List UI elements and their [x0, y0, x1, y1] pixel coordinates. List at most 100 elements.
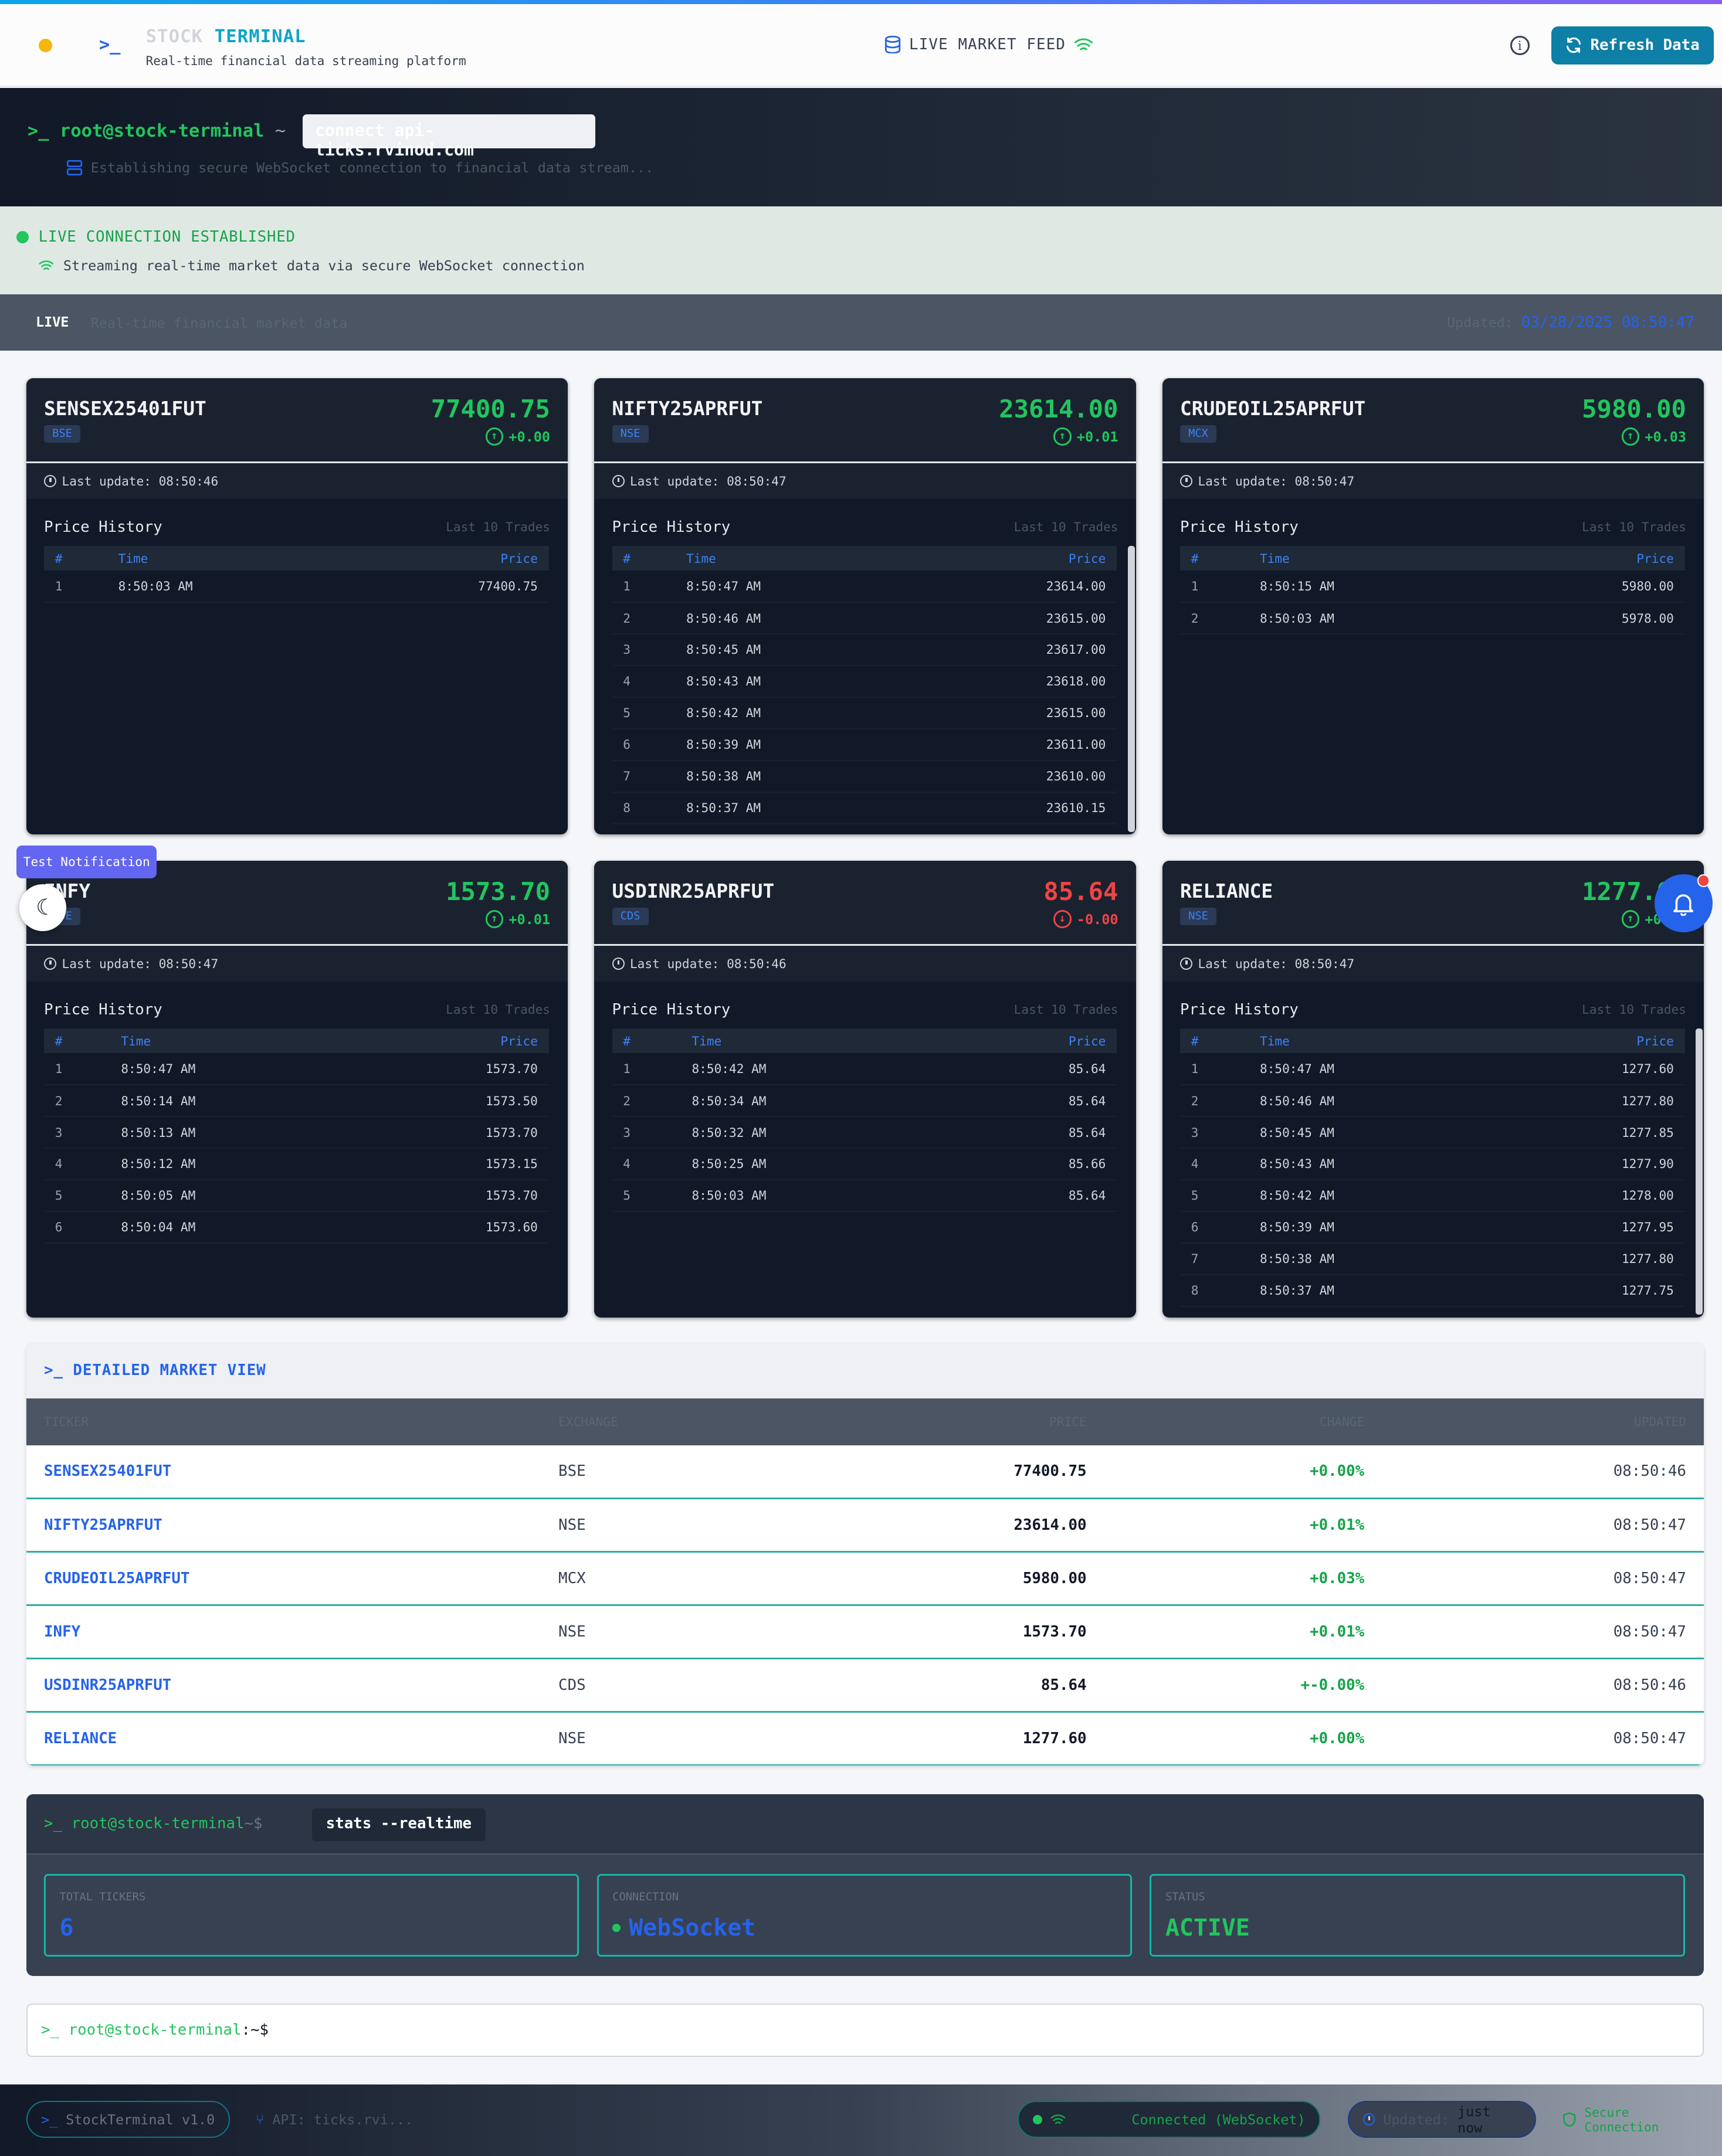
establishing-text: Establishing secure WebSocket connection… [90, 159, 654, 176]
price-history-header: Price History Last 10 Trades [1162, 499, 1704, 540]
row-price: 1277.60 [1495, 1053, 1685, 1086]
command-prompt: >_ root@stock-terminal ~ [28, 121, 286, 141]
row-ticker[interactable]: SENSEX25401FUT [26, 1445, 541, 1500]
price-history-row: 4 8:50:43 AM 23618.00 [612, 665, 1117, 698]
row-number: 2 [612, 1085, 681, 1118]
row-price: 1573.70 [358, 1116, 549, 1149]
market-row[interactable]: SENSEX25401FUT BSE 77400.75 +0.00% 08:50:46 [26, 1445, 1704, 1500]
ticker-price: 85.64 [1043, 877, 1118, 906]
row-number: 4 [612, 665, 676, 698]
clock-icon [1180, 475, 1193, 488]
row-price: 23610.15 [914, 792, 1117, 824]
row-price: 5980.00 [1495, 571, 1685, 603]
row-price: 85.64 [951, 1179, 1117, 1212]
row-ticker[interactable]: INFY [26, 1605, 541, 1660]
row-price: 23615.00 [914, 697, 1117, 729]
wifi-icon [39, 260, 53, 270]
market-row[interactable]: INFY NSE 1573.70 +0.01% 08:50:47 [26, 1605, 1704, 1660]
wifi-icon [1074, 38, 1093, 50]
connection-title: LIVE CONNECTION ESTABLISHED [16, 228, 296, 246]
api-text: API: ticks.rvi... [272, 2111, 413, 2128]
row-ticker[interactable]: RELIANCE [26, 1712, 541, 1765]
row-number: 5 [612, 697, 676, 729]
stats-path: ~$ [244, 1815, 263, 1833]
row-ticker[interactable]: NIFTY25APRFUT [26, 1498, 541, 1553]
price-history-header-row: # Time Price [44, 1028, 549, 1054]
refresh-data-button[interactable]: Refresh Data [1551, 26, 1714, 65]
row-ticker[interactable]: CRUDEOIL25APRFUT [26, 1551, 541, 1607]
col-num: # [612, 545, 676, 571]
price-history-header-row: # Time Price [612, 1028, 1117, 1054]
clock-icon [612, 475, 625, 488]
updated-badge: Updated: just now [1348, 2101, 1537, 2138]
price-history-row: 1 8:50:03 AM 77400.75 [44, 571, 549, 603]
row-time: 8:50:38 AM [1249, 1242, 1496, 1275]
market-row[interactable]: USDINR25APRFUT CDS 85.64 +-0.00% 08:50:46 [26, 1658, 1704, 1713]
row-number: 1 [1180, 1053, 1249, 1086]
scrollbar[interactable] [1127, 545, 1135, 832]
row-change: +0.01% [1104, 1498, 1382, 1553]
ticker-change: ↑ +0.00 [485, 427, 550, 446]
col-num: # [44, 1028, 110, 1054]
row-time: 8:50:43 AM [1249, 1148, 1496, 1180]
market-row[interactable]: NIFTY25APRFUT NSE 23614.00 +0.01% 08:50:47 [26, 1498, 1704, 1553]
last-update: Last update: 08:50:47 [26, 946, 568, 982]
ticker-card: SENSEX25401FUT BSE 77400.75 ↑ +0.00 Last upda… [26, 378, 568, 835]
git-branch-icon: ⑂ [256, 2111, 265, 2128]
last-update: Last update: 08:50:46 [594, 946, 1136, 982]
row-price: 85.64 [856, 1658, 1104, 1713]
col-num: # [1180, 1028, 1249, 1054]
row-number: 7 [1180, 1242, 1249, 1275]
connection-dot [612, 1923, 621, 1932]
ticker-symbol: USDINR25APRFUT [612, 880, 775, 902]
bell-icon[interactable] [1655, 874, 1713, 932]
clock-icon [44, 958, 57, 970]
row-number: 1 [612, 571, 676, 603]
row-change: +0.00% [1104, 1712, 1382, 1765]
row-exchange: NSE [540, 1605, 857, 1660]
test-notification-button[interactable]: Test Notification [16, 846, 157, 879]
row-price: 23615.00 [914, 602, 1117, 634]
stats-panel: >_ root@stock-terminal~$ stats --realtim… [26, 1794, 1704, 1976]
moon-icon[interactable]: ☾ [19, 884, 66, 931]
clock-icon [1362, 2113, 1375, 2126]
price-history-row: 4 8:50:25 AM 85.66 [612, 1148, 1117, 1180]
scrollbar[interactable] [1696, 1028, 1703, 1315]
ticker-change-value: +0.00 [509, 428, 550, 445]
secure-badge: Secure Connection [1551, 2101, 1722, 2138]
stats-user: root@stock-terminal [71, 1815, 245, 1833]
row-number: 3 [44, 1116, 110, 1149]
market-row[interactable]: RELIANCE NSE 1277.60 +0.00% 08:50:47 [26, 1712, 1704, 1765]
updated-value: 03/28/2025 08:50:47 [1521, 313, 1694, 331]
market-table: TICKER EXCHANGE PRICE CHANGE UPDATED SEN… [26, 1398, 1704, 1765]
price-history-table: # Time Price 1 8:50:15 AM 5980.00 2 8:50:03 AM 5… [1180, 545, 1685, 634]
terminal-input-prompt[interactable]: >_ root@stock-terminal:~$ [26, 2003, 1704, 2057]
last-updated: Updated: 03/28/2025 08:50:47 [1447, 314, 1694, 331]
row-updated: 08:50:47 [1382, 1498, 1704, 1553]
last-update-text: Last update: 08:50:47 [62, 956, 219, 972]
row-price: 23614.00 [856, 1498, 1104, 1553]
last-update-text: Last update: 08:50:46 [629, 956, 787, 972]
clock-icon [1180, 958, 1193, 970]
card-header: NIFTY25APRFUT NSE 23614.00 ↑ +0.01 [594, 378, 1136, 464]
row-price: 23611.00 [914, 728, 1117, 761]
card-header: USDINR25APRFUT CDS 85.64 ↓ -0.00 [594, 860, 1136, 946]
row-number: 4 [1180, 1148, 1249, 1180]
price-history-title: Price History [612, 518, 731, 537]
last-trades-label: Last 10 Trades [1582, 520, 1686, 535]
row-ticker[interactable]: USDINR25APRFUT [26, 1658, 541, 1713]
col-ticker: TICKER [26, 1398, 541, 1445]
price-history-row: 6 8:50:04 AM 1573.60 [44, 1211, 549, 1244]
info-icon[interactable]: i [1510, 35, 1530, 55]
col-time: Time [110, 1028, 358, 1054]
last-update-text: Last update: 08:50:47 [1198, 956, 1355, 972]
command-bar: >_ root@stock-terminal ~ connect api-tic… [0, 88, 1722, 206]
last-trades-label: Last 10 Trades [446, 1002, 550, 1017]
prompt2-user: root@stock-terminal [68, 2021, 242, 2039]
price-history-header-row: # Time Price [612, 545, 1117, 571]
row-time: 8:50:47 AM [1249, 1053, 1496, 1086]
ticker-card: USDINR25APRFUT CDS 85.64 ↓ -0.00 Last update:… [594, 860, 1136, 1318]
market-row[interactable]: CRUDEOIL25APRFUT MCX 5980.00 +0.03% 08:50:47 [26, 1551, 1704, 1607]
connected-badge: Connected (WebSocket) [1018, 2101, 1321, 2138]
exchange-badge: BSE [44, 425, 81, 443]
